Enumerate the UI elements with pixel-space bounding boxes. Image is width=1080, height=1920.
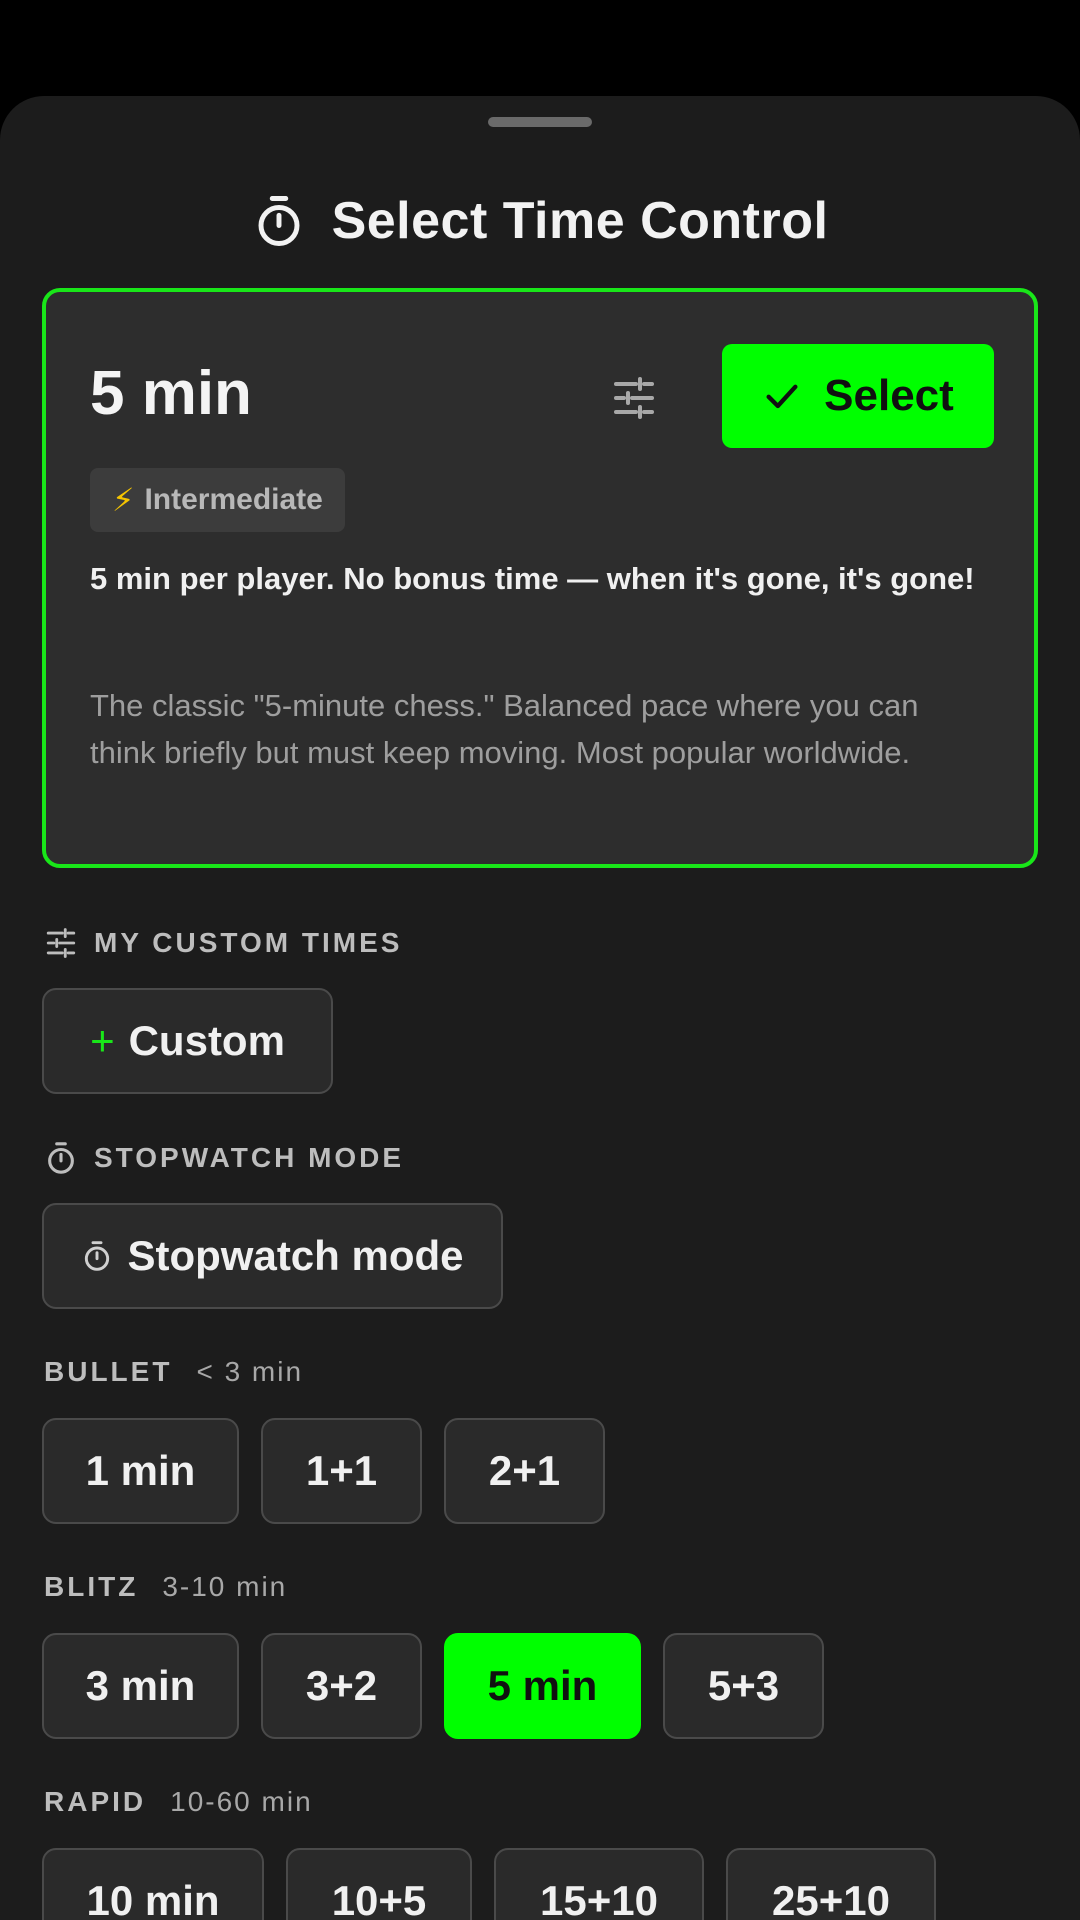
lightning-icon: ⚡ (112, 482, 135, 518)
custom-button-label: Custom (128, 1017, 285, 1064)
rapid-section-header: RAPID 10-60 min (44, 1786, 313, 1818)
stopwatch-mode-label: Stopwatch mode (127, 1232, 464, 1279)
tune-icon (46, 928, 76, 958)
time-option-chip[interactable]: 5+3 (663, 1633, 824, 1739)
sheet-header: Select Time Control (0, 176, 1080, 266)
rapid-range: 10-60 min (170, 1786, 313, 1817)
time-option-chip[interactable]: 3+2 (261, 1633, 422, 1739)
custom-button[interactable]: + Custom (42, 988, 333, 1094)
time-option-chip[interactable]: 25+10 (726, 1848, 936, 1920)
select-button[interactable]: Select (722, 344, 994, 448)
stopwatch-icon (48, 1142, 74, 1174)
stopwatch-section-header: STOPWATCH MODE (44, 1141, 404, 1175)
drag-handle[interactable] (488, 117, 592, 127)
time-option-chip[interactable]: 10 min (42, 1848, 264, 1920)
time-option-chip[interactable]: 1 min (42, 1418, 239, 1524)
time-option-chip[interactable]: 10+5 (286, 1848, 472, 1920)
selected-time-card: 5 min Select ⚡ Intermediate 5 min per pl… (42, 288, 1038, 868)
level-label: Intermediate (144, 483, 323, 516)
bullet-section-title: BULLET (44, 1356, 173, 1387)
level-badge: ⚡ Intermediate (90, 468, 345, 532)
select-button-label: Select (824, 371, 954, 420)
bullet-range: < 3 min (196, 1356, 304, 1387)
time-option-chip[interactable]: 1+1 (261, 1418, 422, 1524)
bullet-section-header: BULLET < 3 min (44, 1356, 303, 1388)
time-option-chip-selected[interactable]: 5 min (444, 1633, 641, 1739)
time-summary: 5 min per player. No bonus time — when i… (90, 561, 975, 596)
stopwatch-section-title: STOPWATCH MODE (94, 1142, 405, 1173)
rapid-section-title: RAPID (44, 1786, 147, 1817)
time-option-chip[interactable]: 3 min (42, 1633, 239, 1739)
custom-section-header: MY CUSTOM TIMES (44, 926, 402, 960)
selected-time-value: 5 min (90, 359, 252, 428)
blitz-section-header: BLITZ 3-10 min (44, 1571, 287, 1603)
customize-button[interactable] (606, 370, 662, 426)
sheet-title: Select Time Control (331, 192, 829, 250)
time-option-chip[interactable]: 2+1 (444, 1418, 605, 1524)
time-description: The classic "5-minute chess." Balanced p… (90, 688, 919, 770)
blitz-section-title: BLITZ (44, 1571, 139, 1602)
bottom-sheet: Select Time Control 5 min Select ⚡ Inter… (0, 96, 1080, 1920)
blitz-range: 3-10 min (162, 1571, 288, 1602)
stopwatch-icon (85, 1241, 110, 1271)
tune-icon (614, 377, 654, 419)
stopwatch-icon (258, 196, 300, 246)
plus-icon: + (90, 1017, 115, 1064)
check-icon (766, 384, 798, 409)
custom-section-title: MY CUSTOM TIMES (94, 927, 403, 958)
time-option-chip[interactable]: 15+10 (494, 1848, 704, 1920)
stopwatch-mode-button[interactable]: Stopwatch mode (42, 1203, 503, 1309)
